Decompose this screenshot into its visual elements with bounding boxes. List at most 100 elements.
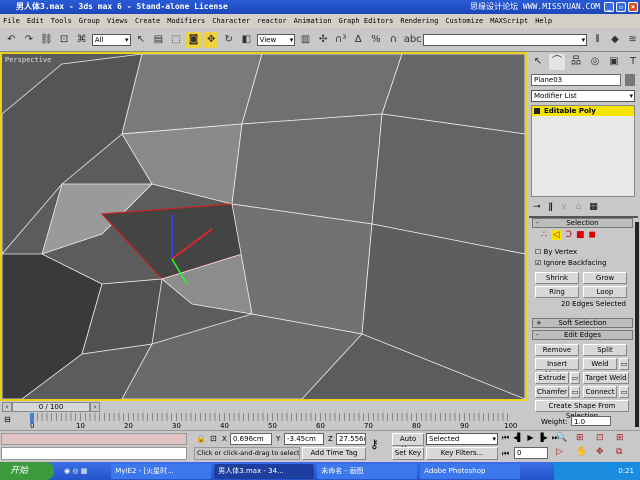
snap-icon[interactable]: ∩³ [333,31,348,48]
show-end-result-icon[interactable]: ǁ [549,202,553,212]
menu-tools[interactable]: Tools [51,14,72,28]
ring-button[interactable]: Ring [535,286,579,298]
insert-vertex-button[interactable]: Insert Vertex [535,358,579,378]
next-key-icon[interactable]: ▐▸ [538,433,548,443]
maxscript-listener[interactable] [1,433,187,445]
maximize-button[interactable]: ▫ [616,2,626,12]
connect-button[interactable]: Connect [583,386,617,398]
select-icon[interactable]: ↖ [133,31,149,48]
go-to-start-icon[interactable]: ⏮ [502,433,509,443]
create-shape-button[interactable]: Create Shape From Selection [535,400,629,420]
object-name-input[interactable]: Plane03 [531,74,621,86]
auto-key-button[interactable]: Auto Key [392,433,424,453]
connect-settings-icon[interactable]: ▭ [619,386,629,398]
border-level-icon[interactable]: Ͻ [566,230,572,240]
zoom-extents-icon[interactable]: ⊡ [596,433,616,443]
named-selection-dropdown[interactable] [422,33,588,46]
lock-selection-icon[interactable]: 🔒 [196,434,206,443]
rotate-icon[interactable]: ↻ [221,31,236,48]
utilities-tab-icon[interactable]: T [625,54,640,70]
field-of-view-icon[interactable]: ▷ [556,447,576,457]
zoom-all-icon[interactable]: ⊞ [576,433,596,443]
reference-coord-dropdown[interactable]: View [256,33,296,46]
absolute-mode-icon[interactable]: ⊡ [210,434,217,443]
edge-level-icon[interactable]: ◁ [550,230,562,240]
weld-settings-icon[interactable]: ▭ [619,358,629,370]
edit-edges-rollout-header[interactable]: - Edit Edges [532,330,633,340]
maxscript-input[interactable] [1,447,187,460]
curve-editor-icon[interactable]: ⊟ [4,415,11,424]
shrink-button[interactable]: Shrink [535,272,579,284]
start-button[interactable]: 开始 [0,462,54,480]
pan-icon[interactable]: ✋ [576,447,596,457]
create-tab-icon[interactable]: ↖ [530,54,546,70]
add-time-tag-button[interactable]: Add Time Tag [302,447,366,460]
set-key-button[interactable]: Set Key [392,447,424,460]
stack-item-editable-poly[interactable]: Editable Poly [532,106,634,116]
minimize-button[interactable]: _ [604,2,614,12]
zoom-extents-all-icon[interactable]: ⊞ [616,433,636,443]
key-filters-button[interactable]: Key Filters... [426,447,498,460]
arc-rotate-icon[interactable]: ✥ [596,447,616,457]
perspective-viewport[interactable]: Perspective [0,52,527,401]
bind-space-warp-icon[interactable]: ⌘ [74,31,89,48]
edit-named-selection-icon[interactable]: abc [403,31,422,48]
task-paint[interactable]: 未命名 - 画图 [317,463,418,479]
angle-snap-icon[interactable]: ∆ [350,31,366,48]
menu-customize[interactable]: Customize [445,14,483,28]
polygon-level-icon[interactable]: ■ [576,230,585,240]
x-coordinate-input[interactable]: 0.696cm [230,433,272,445]
menu-group[interactable]: Group [79,14,100,28]
grow-button[interactable]: Grow [583,272,627,284]
menu-file[interactable]: File [3,14,20,28]
redo-icon[interactable]: ↷ [21,31,37,48]
motion-tab-icon[interactable]: ◎ [587,54,603,70]
modifier-list-dropdown[interactable]: Modifier List [531,90,635,102]
selection-rollout-header[interactable]: - Selection [532,218,633,228]
menu-modifiers[interactable]: Modifiers [167,14,205,28]
pivot-icon[interactable]: ▥ [298,31,313,48]
prev-frame-icon[interactable]: ‹ [2,402,12,412]
quick-launch-icon[interactable]: ◉ ◎ ▦ [64,467,87,475]
previous-key-icon[interactable]: ◂▌ [513,433,523,443]
loop-button[interactable]: Loop [583,286,627,298]
undo-icon[interactable]: ↶ [4,31,19,48]
key-mode-dropdown[interactable]: Selected [426,433,498,445]
menu-animation[interactable]: Animation [294,14,332,28]
menu-rendering[interactable]: Rendering [400,14,438,28]
maximize-viewport-icon[interactable]: ⧉ [616,447,636,457]
target-weld-button[interactable]: Target Weld [583,372,629,384]
remove-button[interactable]: Remove [535,344,579,356]
split-button[interactable]: Split [583,344,627,356]
vertex-level-icon[interactable]: ∴ [541,230,547,240]
remove-modifier-icon[interactable]: ⌂ [576,202,582,212]
zoom-icon[interactable]: 🔍 [556,433,576,443]
menu-reactor[interactable]: reactor [257,14,287,28]
key-mode-icon[interactable]: ⚷ [370,437,379,451]
configure-sets-icon[interactable]: ▦ [589,202,598,212]
chamfer-button[interactable]: Chamfer [535,386,569,398]
make-unique-icon[interactable]: ∨ [561,202,568,212]
menu-edit[interactable]: Edit [27,14,44,28]
close-button[interactable]: × [628,2,638,12]
current-frame-input[interactable]: 0 [514,447,548,459]
rect-selection-icon[interactable]: ⬚ [168,31,184,48]
menu-graph-editors[interactable]: Graph Editors [339,14,394,28]
task-photoshop[interactable]: Adobe Photoshop [420,463,521,479]
extrude-settings-icon[interactable]: ▭ [570,372,580,384]
play-icon[interactable]: ▶ [527,433,533,443]
z-coordinate-input[interactable]: 27.556cm [336,433,366,445]
key-mode-toggle-icon[interactable]: ⏮ [502,449,509,459]
scale-icon[interactable]: ◧ [239,31,254,48]
layer-icon[interactable]: ≋ [625,31,640,48]
ignore-backfacing-checkbox[interactable]: ☑ Ignore Backfacing [535,259,606,267]
unlink-icon[interactable]: ⊡ [56,31,72,48]
menu-create[interactable]: Create [135,14,160,28]
panel-scrollbar[interactable] [635,222,639,427]
task-myie2[interactable]: MyIE2 - [火星时... [111,463,212,479]
window-crossing-icon[interactable]: ◙ [186,31,201,48]
y-coordinate-input[interactable]: -3.45cm [284,433,324,445]
extrude-button[interactable]: Extrude [535,372,569,384]
weight-spinner[interactable]: 1.0 [571,416,611,426]
hierarchy-tab-icon[interactable]: 品 [568,54,584,70]
